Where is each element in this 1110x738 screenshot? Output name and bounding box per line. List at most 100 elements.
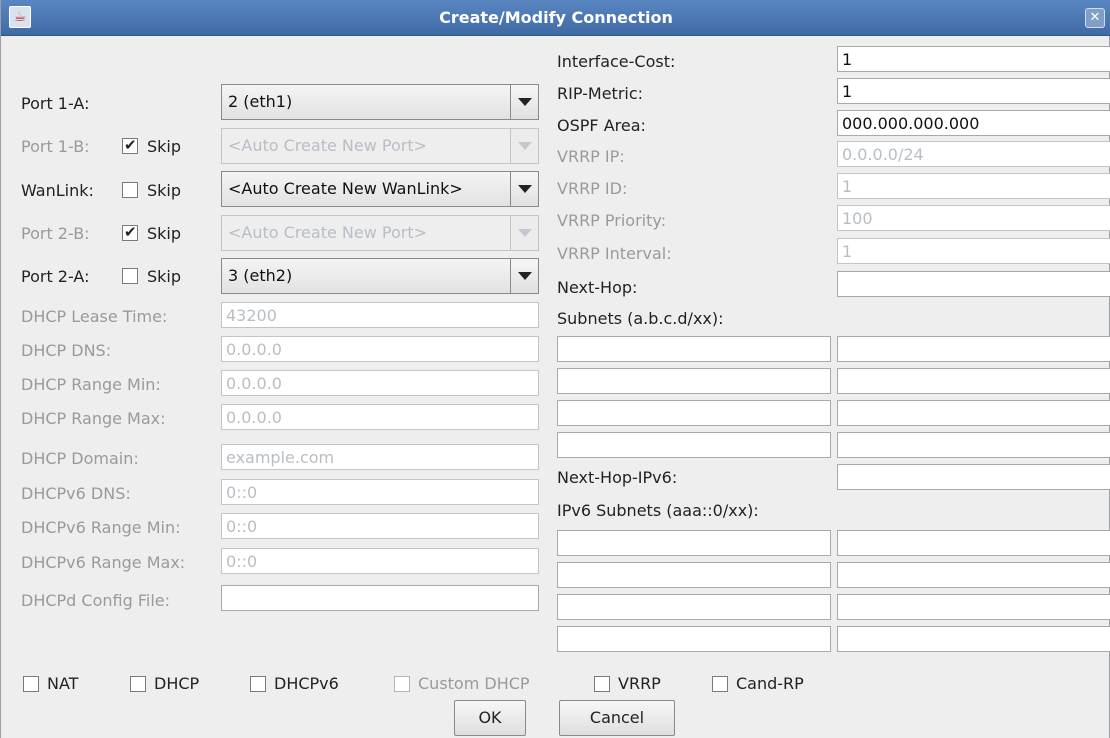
dhcp-range-max-label: DHCP Range Max:: [21, 409, 166, 428]
cand-rp-checkbox[interactable]: [712, 676, 728, 692]
port-1a-select[interactable]: 2 (eth1): [221, 84, 539, 120]
ok-button[interactable]: OK: [454, 700, 526, 736]
port-1a-value: 2 (eth1): [228, 92, 293, 111]
port-1b-label: Port 1-B:: [21, 137, 90, 156]
window-title: Create/Modify Connection: [439, 8, 673, 27]
next-hop-ipv6-field[interactable]: [837, 464, 1110, 490]
dhcp-label: DHCP: [154, 674, 200, 693]
vrrp-ip-field[interactable]: 0.0.0.0/24: [837, 141, 1110, 167]
port-2b-value: <Auto Create New Port>: [228, 223, 427, 242]
cancel-button[interactable]: Cancel: [559, 700, 675, 736]
vrrp-priority-label: VRRP Priority:: [557, 211, 667, 230]
subnet-field[interactable]: [557, 432, 831, 458]
ipv6-subnet-field[interactable]: [557, 530, 831, 556]
interface-cost-label: Interface-Cost:: [557, 52, 676, 71]
dhcpv6-dns-field[interactable]: 0::0: [221, 479, 539, 505]
title-bar[interactable]: ☕ Create/Modify Connection ✕: [1, 0, 1110, 36]
vrrp-priority-field[interactable]: 100: [837, 205, 1110, 231]
vrrp-id-label: VRRP ID:: [557, 179, 628, 198]
wanlink-skip-checkbox[interactable]: [122, 182, 138, 198]
vrrp-interval-field[interactable]: 1: [837, 238, 1110, 264]
subnet-field[interactable]: [557, 336, 831, 362]
port-2b-skip-label: Skip: [147, 224, 182, 243]
port-2b-label: Port 2-B:: [21, 224, 90, 243]
dhcpv6-checkbox[interactable]: [250, 676, 266, 692]
dhcpd-config-file-label: DHCPd Config File:: [21, 591, 170, 610]
port-2a-value: 3 (eth2): [228, 266, 293, 285]
dhcpv6-range-max-label: DHCPv6 Range Max:: [21, 553, 186, 572]
chevron-down-icon[interactable]: [510, 129, 538, 163]
ospf-area-label: OSPF Area:: [557, 116, 646, 135]
chevron-down-icon[interactable]: [510, 216, 538, 250]
subnet-field[interactable]: [837, 400, 1110, 426]
chevron-down-icon[interactable]: [510, 85, 538, 119]
dhcp-checkbox[interactable]: [130, 676, 146, 692]
rip-metric-field[interactable]: 1: [837, 78, 1110, 104]
port-1b-select[interactable]: <Auto Create New Port>: [221, 128, 539, 164]
next-hop-label: Next-Hop:: [557, 278, 638, 297]
subnet-field[interactable]: [557, 368, 831, 394]
wanlink-value: <Auto Create New WanLink>: [228, 179, 463, 198]
port-2a-label: Port 2-A:: [21, 267, 90, 286]
ipv6-subnet-field[interactable]: [837, 530, 1110, 556]
nat-label: NAT: [47, 674, 79, 693]
dhcpv6-range-min-label: DHCPv6 Range Min:: [21, 518, 181, 537]
dhcpv6-dns-label: DHCPv6 DNS:: [21, 484, 131, 503]
dhcpv6-range-min-field[interactable]: 0::0: [221, 513, 539, 539]
port-2b-select[interactable]: <Auto Create New Port>: [221, 215, 539, 251]
dhcp-lease-time-field[interactable]: 43200: [221, 302, 539, 328]
dhcp-dns-label: DHCP DNS:: [21, 341, 112, 360]
port-2a-skip-checkbox[interactable]: [122, 268, 138, 284]
port-1b-skip-label: Skip: [147, 137, 182, 156]
next-hop-field[interactable]: [837, 271, 1110, 297]
chevron-down-icon[interactable]: [510, 172, 538, 206]
vrrp-id-field[interactable]: 1: [837, 173, 1110, 199]
port-1b-value: <Auto Create New Port>: [228, 136, 427, 155]
vrrp-ip-label: VRRP IP:: [557, 147, 625, 166]
wanlink-skip-label: Skip: [147, 181, 182, 200]
subnet-field[interactable]: [557, 400, 831, 426]
dhcp-lease-time-label: DHCP Lease Time:: [21, 307, 168, 326]
ipv6-subnet-field[interactable]: [837, 626, 1110, 652]
dhcpv6-label: DHCPv6: [274, 674, 339, 693]
port-1b-skip-checkbox[interactable]: [122, 136, 138, 154]
dhcpv6-range-max-field[interactable]: 0::0: [221, 548, 539, 574]
port-2a-select[interactable]: 3 (eth2): [221, 258, 539, 294]
dhcp-range-min-label: DHCP Range Min:: [21, 375, 161, 394]
interface-cost-field[interactable]: 1: [837, 46, 1110, 72]
subnet-field[interactable]: [837, 432, 1110, 458]
ipv6-subnet-field[interactable]: [557, 594, 831, 620]
ipv6-subnet-field[interactable]: [557, 626, 831, 652]
close-button[interactable]: ✕: [1085, 8, 1105, 28]
ipv6-subnet-field[interactable]: [837, 594, 1110, 620]
subnet-field[interactable]: [837, 368, 1110, 394]
port-2b-skip-checkbox[interactable]: [122, 223, 138, 241]
vrrp-checkbox[interactable]: [594, 676, 610, 692]
dhcp-domain-label: DHCP Domain:: [21, 449, 139, 468]
port-2a-skip-label: Skip: [147, 267, 182, 286]
port-1a-label: Port 1-A:: [21, 94, 90, 113]
ipv6-subnet-field[interactable]: [557, 562, 831, 588]
custom-dhcp-label: Custom DHCP: [418, 674, 530, 693]
ipv6-subnets-label: IPv6 Subnets (aaa::0/xx):: [557, 501, 759, 520]
subnets-label: Subnets (a.b.c.d/xx):: [557, 309, 724, 328]
cand-rp-label: Cand-RP: [736, 674, 804, 693]
ipv6-subnet-field[interactable]: [837, 562, 1110, 588]
next-hop-ipv6-label: Next-Hop-IPv6:: [557, 468, 678, 487]
vrrp-label: VRRP: [618, 674, 661, 693]
dhcpd-config-file-field[interactable]: [221, 585, 539, 611]
ospf-area-field[interactable]: 000.000.000.000: [837, 110, 1110, 136]
dhcp-domain-field[interactable]: example.com: [221, 444, 539, 470]
dhcp-range-max-field[interactable]: 0.0.0.0: [221, 404, 539, 430]
vrrp-interval-label: VRRP Interval:: [557, 244, 672, 263]
dhcp-dns-field[interactable]: 0.0.0.0: [221, 336, 539, 362]
wanlink-label: WanLink:: [21, 181, 94, 200]
subnet-field[interactable]: [837, 336, 1110, 362]
dhcp-range-min-field[interactable]: 0.0.0.0: [221, 370, 539, 396]
nat-checkbox[interactable]: [23, 676, 39, 692]
wanlink-select[interactable]: <Auto Create New WanLink>: [221, 171, 539, 207]
custom-dhcp-checkbox[interactable]: [394, 676, 410, 692]
rip-metric-label: RIP-Metric:: [557, 84, 644, 103]
connection-dialog: ☕ Create/Modify Connection ✕ Port 1-A: 2…: [0, 0, 1110, 738]
chevron-down-icon[interactable]: [510, 259, 538, 293]
